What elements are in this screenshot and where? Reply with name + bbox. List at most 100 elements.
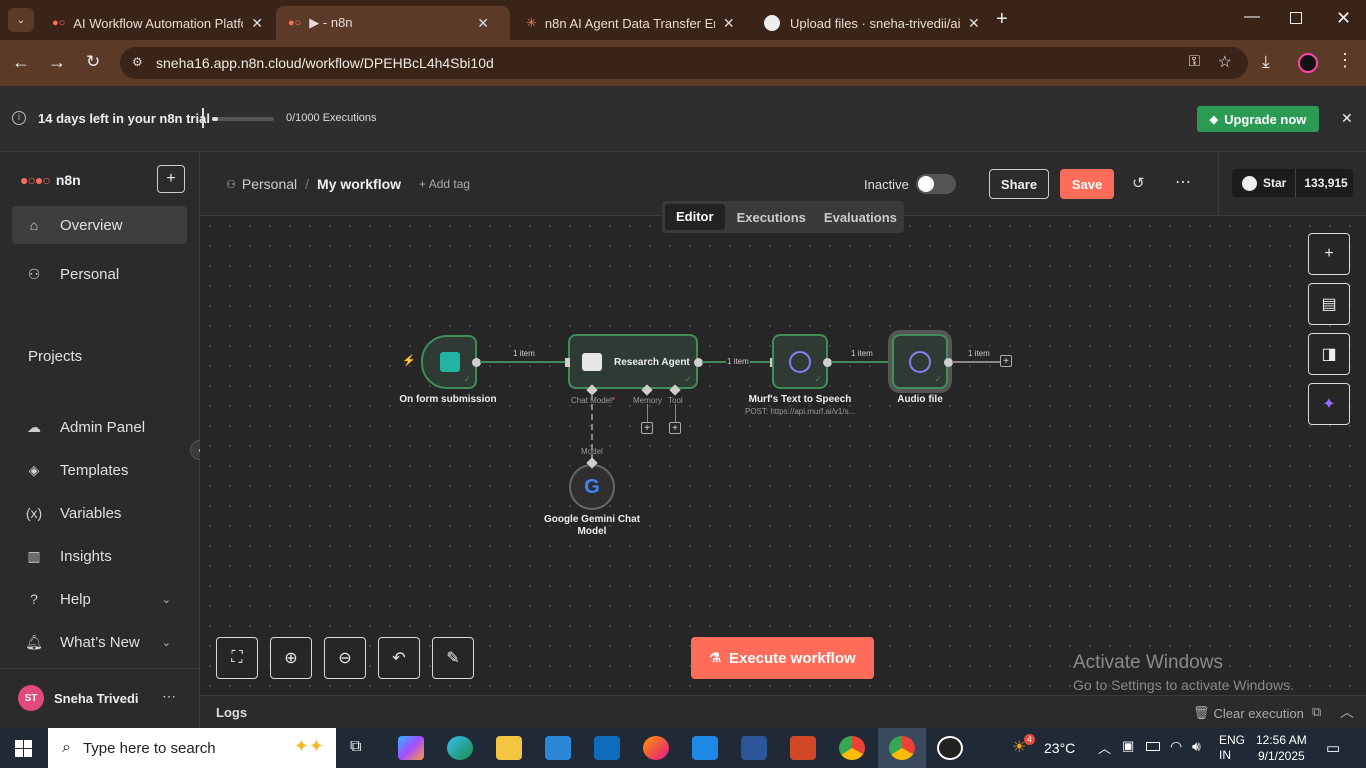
chrome-profile-icon[interactable] — [889, 736, 915, 760]
connection-edge[interactable] — [952, 361, 1000, 363]
chevron-up-icon[interactable]: ︿ — [1340, 702, 1354, 722]
tab-evaluations[interactable]: Evaluations — [818, 210, 903, 225]
add-next-node-button[interactable]: + — [1000, 355, 1012, 367]
history-icon[interactable]: ↺ — [1132, 174, 1145, 192]
github-star-button[interactable]: Star 133,915 — [1232, 169, 1353, 197]
volume-icon[interactable]: 🔊︎ — [1192, 738, 1201, 755]
ai-assistant-button[interactable]: ✦ — [1308, 383, 1350, 425]
connection-edge[interactable] — [831, 361, 891, 363]
breadcrumb-personal[interactable]: Personal — [242, 176, 297, 192]
powerpoint-icon[interactable] — [790, 736, 816, 760]
banner-close-icon[interactable]: ✕ — [1341, 110, 1353, 127]
zoom-in-button[interactable]: ⊕ — [270, 637, 312, 679]
add-node-button[interactable]: + — [1308, 233, 1350, 275]
sidebar-item-overview[interactable]: ⌂ Overview — [12, 206, 187, 244]
notifications-icon[interactable]: ▭ — [1326, 739, 1340, 757]
clear-execution-button[interactable]: 🗑︎ Clear execution — [1193, 705, 1304, 721]
file-explorer-icon[interactable] — [496, 736, 522, 760]
close-icon[interactable]: ✕ — [968, 15, 980, 32]
sidebar-item-insights[interactable]: ▥ Insights — [12, 537, 187, 575]
media-player-icon[interactable] — [937, 736, 963, 760]
chrome-icon[interactable] — [839, 736, 865, 760]
save-button[interactable]: Save — [1060, 169, 1114, 199]
window-close-icon[interactable]: ✕ — [1336, 8, 1351, 29]
edge-browser-icon[interactable] — [447, 736, 473, 760]
close-icon[interactable]: ✕ — [477, 15, 489, 32]
node-research-agent[interactable]: Research Agent ✓ — [568, 334, 698, 389]
fit-view-button[interactable]: ⛶ — [216, 637, 258, 679]
browser-menu-icon[interactable]: ⋮ — [1336, 50, 1354, 71]
add-memory-button[interactable]: + — [641, 422, 653, 434]
word-icon[interactable] — [741, 736, 767, 760]
copilot-icon[interactable] — [398, 736, 424, 760]
input-handle[interactable] — [565, 358, 570, 367]
zoom-out-button[interactable]: ⊖ — [324, 637, 366, 679]
execute-workflow-button[interactable]: ⚗ Execute workflow — [691, 637, 874, 679]
reload-icon[interactable]: ↻ — [86, 52, 100, 72]
forward-icon[interactable]: → — [48, 52, 66, 73]
sidebar-item-variables[interactable]: (x) Variables — [12, 494, 187, 532]
vscode-icon[interactable] — [692, 736, 718, 760]
profile-avatar-icon[interactable] — [1298, 53, 1318, 73]
panel-toggle-button[interactable]: ◨ — [1308, 333, 1350, 375]
browser-tab-3[interactable]: ✳ n8n AI Agent Data Transfer Erro ✕ — [514, 6, 747, 40]
tab-search-button[interactable]: ⌄ — [8, 8, 34, 32]
user-avatar[interactable]: ST — [18, 685, 44, 711]
sticky-note-button[interactable]: ▤ — [1308, 283, 1350, 325]
node-google-gemini-chat-model[interactable]: G — [569, 464, 615, 510]
outlook-icon[interactable] — [594, 736, 620, 760]
n8n-logo[interactable]: ●○●○ n8n — [20, 172, 81, 188]
wifi-icon[interactable]: ◠ — [1170, 738, 1182, 755]
battery-icon[interactable] — [1146, 742, 1160, 751]
sidebar-item-templates[interactable]: ◈ Templates — [12, 451, 187, 489]
sidebar-item-help[interactable]: ? Help ⌄ — [12, 580, 187, 618]
workflow-canvas[interactable]: Editor Executions Evaluations + ▤ ◨ ✦ ⚡ … — [200, 201, 1366, 695]
tray-overflow-icon[interactable]: ︿ — [1098, 738, 1111, 757]
browser-tab-4[interactable]: Upload files · sneha-trivedii/ai-f ✕ — [752, 6, 992, 40]
address-bar[interactable]: ⚙ sneha16.app.n8n.cloud/workflow/DPEHBcL… — [120, 47, 1248, 79]
minimize-icon[interactable]: — — [1244, 8, 1260, 26]
password-key-icon[interactable]: ⚿ — [1189, 53, 1200, 70]
node-audio-file[interactable]: ✓ — [892, 334, 948, 389]
camera-icon[interactable]: ▣ — [1122, 738, 1134, 754]
active-toggle[interactable] — [916, 174, 956, 194]
share-button[interactable]: Share — [989, 169, 1049, 199]
tab-executions[interactable]: Executions — [725, 210, 818, 225]
node-on-form-submission[interactable]: ✓ — [421, 335, 477, 389]
upgrade-now-button[interactable]: ◈ Upgrade now — [1197, 106, 1319, 132]
node-murf-text-to-speech[interactable]: ✓ — [772, 334, 828, 389]
site-info-icon[interactable]: ⚙ — [132, 55, 143, 69]
workflow-name[interactable]: My workflow — [317, 176, 401, 192]
popout-icon[interactable]: ⧉ — [1312, 704, 1321, 720]
close-icon[interactable]: ✕ — [251, 15, 263, 32]
microsoft-store-icon[interactable] — [545, 736, 571, 760]
undo-button[interactable]: ↶ — [378, 637, 420, 679]
sidebar-item-personal[interactable]: ⚇ Personal — [12, 255, 187, 293]
add-tag-link[interactable]: + Add tag — [419, 177, 470, 191]
windows-start-icon[interactable] — [15, 740, 32, 757]
browser-tab-2[interactable]: ●○ ▶ - n8n ✕ — [276, 6, 510, 40]
download-icon[interactable]: ⤓ — [1262, 52, 1270, 72]
taskbar-search-box[interactable]: ⌕ Type here to search ✦✦ — [48, 728, 336, 768]
sidebar-item-whats-new[interactable]: 🔔︎ What’s New ⌄ — [12, 623, 187, 661]
bookmark-star-icon[interactable]: ☆ — [1218, 52, 1232, 72]
language-indicator[interactable]: ENG IN — [1219, 733, 1245, 763]
user-menu-icon[interactable]: ⋯ — [162, 688, 176, 705]
tidy-up-button[interactable]: ✎ — [432, 637, 474, 679]
task-view-icon[interactable]: ⧉ — [350, 738, 361, 756]
browser-tab-1[interactable]: ●○ AI Workflow Automation Platfor ✕ — [40, 6, 275, 40]
tab-editor[interactable]: Editor — [665, 204, 725, 230]
back-icon[interactable]: ← — [12, 52, 30, 73]
divider — [202, 108, 204, 128]
sidebar-item-admin-panel[interactable]: ☁ Admin Panel — [12, 408, 187, 446]
create-button[interactable]: + — [157, 165, 185, 193]
logs-panel-bar[interactable]: Logs 🗑︎ Clear execution ⧉ ︿ — [200, 695, 1366, 728]
tab-title: ▶ - n8n — [309, 15, 353, 30]
clock[interactable]: 12:56 AM 9/1/2025 — [1256, 732, 1307, 764]
add-tool-button[interactable]: + — [669, 422, 681, 434]
new-tab-button[interactable]: + — [996, 8, 1008, 31]
restore-icon[interactable] — [1290, 12, 1302, 24]
close-icon[interactable]: ✕ — [723, 15, 735, 32]
more-options-icon[interactable]: ⋯ — [1175, 172, 1191, 192]
firefox-icon[interactable] — [643, 736, 669, 760]
